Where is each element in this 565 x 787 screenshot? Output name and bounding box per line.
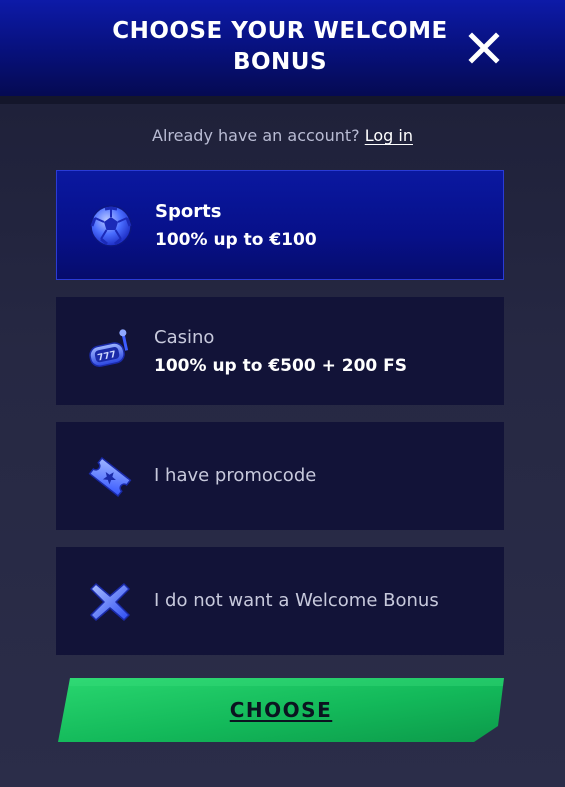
option-casino[interactable]: 777 Casino 100% up to €500 + 200 FS [56, 297, 504, 405]
ticket-icon [84, 451, 136, 503]
slot-machine-icon: 777 [84, 326, 136, 378]
option-casino-text: Casino 100% up to €500 + 200 FS [154, 324, 494, 380]
soccer-ball-icon [85, 200, 137, 252]
option-title: Sports [155, 201, 222, 222]
choose-button-label: CHOOSE [229, 698, 333, 722]
close-icon [468, 32, 500, 64]
login-link[interactable]: Log in [365, 126, 413, 145]
welcome-bonus-modal: CHOOSE YOUR WELCOME BONUS Already have a… [0, 0, 565, 787]
close-button[interactable] [466, 30, 502, 66]
option-promocode[interactable]: I have promocode [56, 422, 504, 530]
option-title: I have promocode [154, 465, 317, 486]
login-prompt: Already have an account? Log in [0, 124, 565, 148]
option-sports-text: Sports 100% up to €100 [155, 198, 493, 254]
login-prompt-text: Already have an account? [152, 126, 360, 145]
cross-icon [84, 576, 136, 628]
option-subtitle: 100% up to €500 + 200 FS [154, 356, 408, 376]
option-sports[interactable]: Sports 100% up to €100 [56, 170, 504, 280]
option-title: I do not want a Welcome Bonus [154, 590, 439, 611]
modal-title: CHOOSE YOUR WELCOME BONUS [112, 18, 448, 75]
option-title: Casino [154, 327, 215, 348]
option-subtitle: 100% up to €100 [155, 230, 317, 250]
choose-button[interactable]: CHOOSE [56, 676, 506, 744]
modal-header: CHOOSE YOUR WELCOME BONUS [0, 0, 565, 104]
option-no-bonus[interactable]: I do not want a Welcome Bonus [56, 547, 504, 655]
